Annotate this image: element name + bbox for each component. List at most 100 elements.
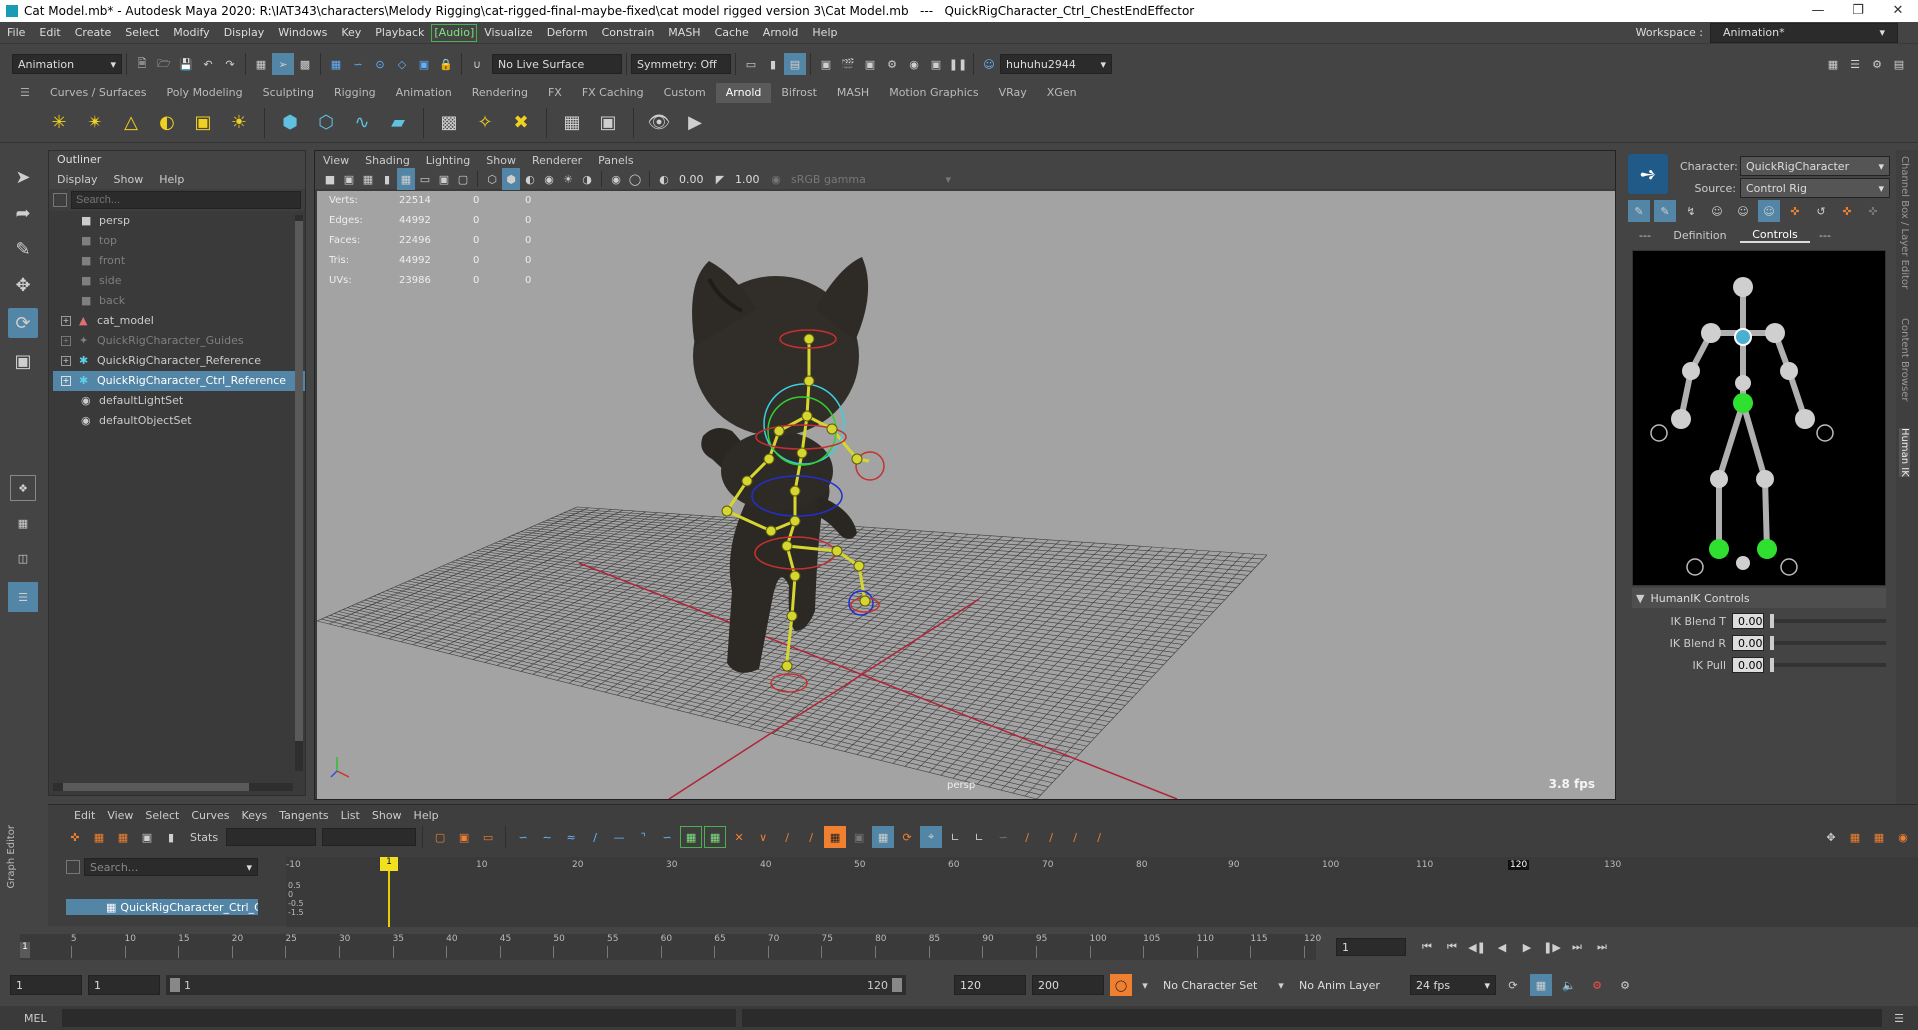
panel-layout-icon[interactable]: ▤ [784, 53, 806, 75]
close-button[interactable]: ✕ [1878, 0, 1918, 22]
image-plane-icon[interactable]: ▮ [378, 168, 396, 190]
chest-effector-selected[interactable] [1734, 328, 1752, 346]
graph-menu-show[interactable]: Show [366, 809, 408, 822]
shelf-tab[interactable]: FX [538, 83, 572, 103]
current-frame-marker[interactable]: 1 [380, 857, 398, 871]
graph-menu-edit[interactable]: Edit [68, 809, 101, 822]
lock-icon[interactable]: 🔒 [435, 53, 457, 75]
selection-icon[interactable]: ↯ [1680, 200, 1702, 222]
outliner-item-light-set[interactable]: ◉ defaultLightSet [53, 391, 305, 411]
absolute-view-icon[interactable]: ∟ [944, 826, 966, 848]
snap-view-plane-icon[interactable]: ◇ [391, 53, 413, 75]
viewport-menu-lighting[interactable]: Lighting [418, 154, 478, 167]
character-set-dropdown[interactable]: No Character Set [1158, 975, 1268, 995]
resolution-gate-icon[interactable]: ▣ [435, 168, 453, 190]
pin-translate-icon[interactable]: ✜ [1784, 200, 1806, 222]
ik-blend-r-slider[interactable] [1770, 636, 1886, 650]
menu-visualize[interactable]: Visualize [477, 22, 539, 44]
menu-display[interactable]: Display [217, 22, 272, 44]
save-scene-icon[interactable]: 💾 [175, 53, 197, 75]
graph-menu-curves[interactable]: Curves [185, 809, 235, 822]
film-gate-icon[interactable]: ▭ [416, 168, 434, 190]
outliner-menu-show[interactable]: Show [106, 173, 152, 186]
go-to-start-icon[interactable]: ⏮ [1416, 936, 1438, 958]
graph-menu-help[interactable]: Help [408, 809, 445, 822]
step-forward-frame-icon[interactable]: ❚▶ [1541, 936, 1563, 958]
four-view-icon[interactable]: ▦ [10, 510, 36, 536]
scale-tool-icon[interactable]: ▣ [10, 348, 36, 374]
shelf-tab[interactable]: Animation [386, 83, 462, 103]
paint-select-icon[interactable]: ✎ [10, 236, 36, 262]
time-slider-track[interactable]: 1 5 10 15 20 25 30 35 40 45 50 55 60 65 70 75 80 85 90 95 1… [20, 934, 1321, 960]
menu-mash[interactable]: MASH [661, 22, 707, 44]
buffer-curve-icon[interactable]: ▦ [680, 826, 703, 848]
render-icon[interactable]: 🎬 [837, 53, 859, 75]
sidebar-tab-channel-box[interactable]: Channel Box / Layer Editor [1899, 156, 1910, 306]
expand-icon[interactable]: + [61, 376, 71, 386]
exposure-icon[interactable]: ◐ [655, 168, 673, 190]
move-keys-icon[interactable]: ✜ [64, 826, 86, 848]
pin-both-icon[interactable]: ✜ [1836, 200, 1858, 222]
viewport-menu-shading[interactable]: Shading [357, 154, 418, 167]
normalize-icon[interactable]: ⟳ [896, 826, 918, 848]
expand-icon[interactable]: + [61, 336, 71, 346]
select-hierarchy-icon[interactable]: ▦ [250, 53, 272, 75]
symmetry-dropdown[interactable]: Symmetry: Off [631, 54, 731, 74]
playback-start-field[interactable]: 1 [88, 975, 160, 995]
exposure-field[interactable]: 0.00 [674, 171, 710, 187]
wireframe-on-shaded-icon[interactable]: ◐ [521, 168, 539, 190]
humanik-controls-header[interactable]: ▼ HumanIK Controls [1632, 588, 1886, 608]
time-cursor[interactable]: 1 [20, 942, 30, 958]
menu-file[interactable]: File [0, 22, 32, 44]
play-backward-icon[interactable]: ◀ [1491, 936, 1513, 958]
ik-blend-t-slider[interactable] [1770, 614, 1886, 628]
go-to-end-icon[interactable]: ⏭ [1591, 936, 1613, 958]
graph-menu-view[interactable]: View [101, 809, 139, 822]
outliner-item-front[interactable]: ■ front [53, 251, 305, 271]
mesh-light-icon[interactable]: ✴ [80, 108, 110, 138]
shelf-tab[interactable]: Rendering [462, 83, 538, 103]
frame-playback-icon[interactable]: ▭ [477, 826, 499, 848]
standin-icon[interactable]: ⬢ [275, 108, 305, 138]
move-tool-icon[interactable]: ✥ [10, 272, 36, 298]
outliner-hscrollbar[interactable] [53, 783, 293, 791]
camera-attributes-icon[interactable]: ▣ [340, 168, 358, 190]
shelf-tab[interactable]: Sculpting [253, 83, 324, 103]
panel-layout-icon[interactable]: ▮ [762, 53, 784, 75]
snap-grid-icon[interactable]: ▦ [325, 53, 347, 75]
maximize-button[interactable]: ❐ [1838, 0, 1878, 22]
oscillate-icon[interactable]: ∕ [1064, 826, 1086, 848]
stats-time-field[interactable] [226, 828, 317, 846]
ik-icon[interactable]: ☺ [1758, 200, 1780, 222]
spline-tangent-icon[interactable]: ∼ [536, 826, 558, 848]
shadows-icon[interactable]: ◑ [578, 168, 596, 190]
outliner-item-side[interactable]: ■ side [53, 271, 305, 291]
clamped-tangent-icon[interactable]: ≈ [560, 826, 582, 848]
outliner-layout-icon[interactable]: ☰ [8, 582, 38, 612]
graph-menu-select[interactable]: Select [139, 809, 185, 822]
frame-selection-icon[interactable]: ▣ [453, 826, 475, 848]
region-icon[interactable]: ▣ [136, 826, 158, 848]
hik-tab-left-more[interactable]: --- [1630, 229, 1660, 242]
camera-sequencer-icon[interactable]: ◉ [1892, 826, 1914, 848]
auto-tangent-icon[interactable]: ∽ [512, 826, 534, 848]
humanik-figure-view[interactable] [1632, 250, 1886, 586]
animation-start-field[interactable]: 1 [10, 975, 82, 995]
outliner-item-cat-model[interactable]: + ▲ cat_model [53, 311, 305, 331]
auto-load-icon[interactable]: ▦ [824, 826, 847, 848]
pan-icon[interactable]: ✥ [1820, 826, 1842, 848]
command-input[interactable] [62, 1009, 736, 1027]
smooth-shade-icon[interactable]: ⬢ [502, 168, 520, 190]
hik-tab-definition[interactable]: Definition [1660, 229, 1740, 242]
fk-icon[interactable]: ☺ [1732, 200, 1754, 222]
menu-playback[interactable]: Playback [368, 22, 431, 44]
open-scene-icon[interactable]: 🗁 [153, 53, 175, 75]
new-scene-icon[interactable]: 🗎 [131, 53, 153, 75]
free-weight-icon[interactable]: ∕ [776, 826, 798, 848]
safe-action-icon[interactable]: ▢ [454, 168, 472, 190]
buffer-swap-icon[interactable]: ▦ [704, 826, 727, 848]
shelf-tab[interactable]: Bifrost [771, 83, 827, 103]
live-surface-field[interactable]: No Live Surface [492, 54, 622, 74]
mel-label[interactable]: MEL [0, 1012, 56, 1025]
dope-sheet-icon[interactable]: ▦ [1868, 826, 1890, 848]
